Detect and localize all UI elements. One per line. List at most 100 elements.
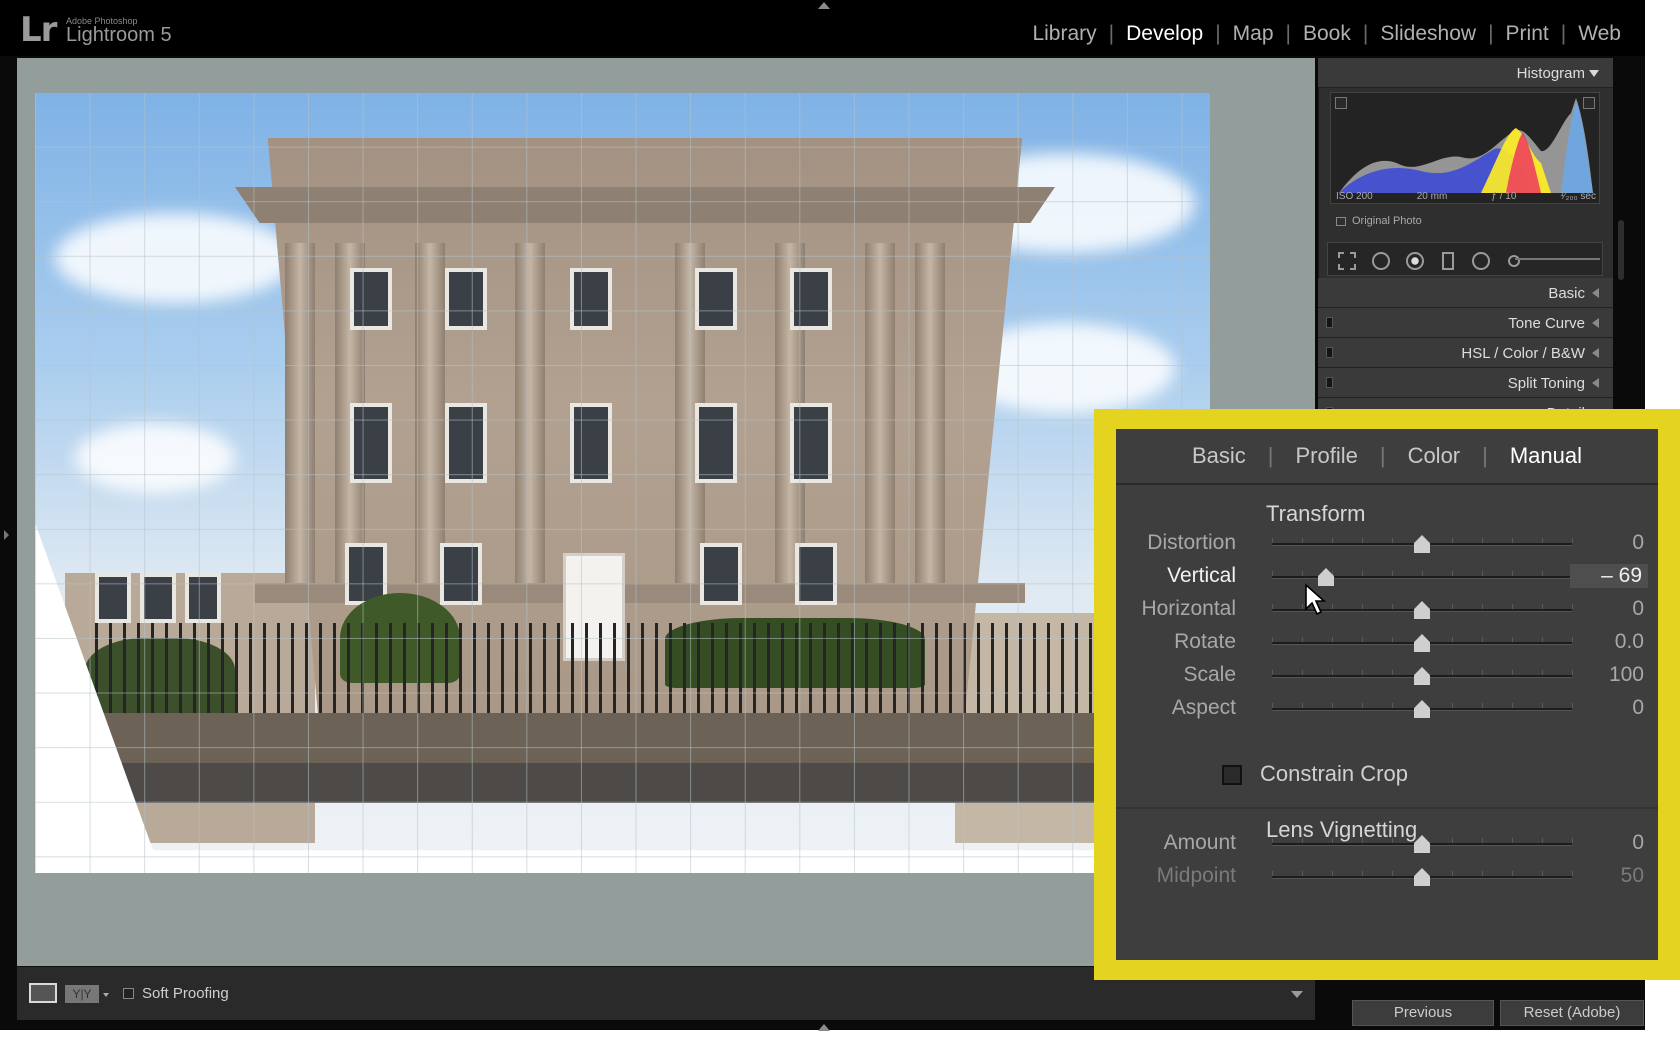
slider-value[interactable]: 100 [1609,663,1644,687]
module-nav: Library | Develop | Map | Book | Slideshow | … [1020,22,1633,46]
transform-rotate-slider[interactable]: Rotate 0.0 [1116,628,1658,658]
module-library[interactable]: Library [1020,22,1108,46]
slider-thumb[interactable] [1414,835,1430,853]
slider-tick [1452,670,1453,675]
slider-value[interactable]: – 69 [1570,564,1648,588]
transform-vertical-slider[interactable]: Vertical – 69 [1116,562,1658,592]
slider-tick [1452,538,1453,543]
tab-profile[interactable]: Profile [1273,443,1379,469]
slider-track[interactable] [1272,576,1572,579]
right-panel-scrollbar-thumb[interactable] [1618,220,1624,280]
slider-thumb[interactable] [1414,667,1430,685]
slider-tick [1302,670,1303,675]
lr-logo: Lr [20,10,57,50]
shutter-value: ¹⁄₂₀₀ sec [1560,191,1596,202]
slider-tick [1302,538,1303,543]
panel-switch-icon[interactable] [1326,377,1333,388]
slider-tick [1392,538,1393,543]
slider-tick [1362,871,1363,876]
crop-icon[interactable] [1338,252,1356,270]
transform-title: Transform [1266,501,1366,526]
slider-label: Vertical [1167,564,1236,587]
panel-switch-icon[interactable] [1326,317,1333,328]
slider-thumb[interactable] [1414,634,1430,652]
module-develop[interactable]: Develop [1114,22,1215,46]
slider-tick [1572,871,1573,876]
radial-filter-icon[interactable] [1472,252,1490,270]
photo-preview[interactable] [35,93,1210,873]
slider-value[interactable]: 0 [1632,696,1644,720]
panel-switch-icon[interactable] [1326,347,1333,358]
panel-hsl-header[interactable]: HSL / Color / B&W [1318,338,1613,368]
module-book[interactable]: Book [1291,22,1363,46]
tab-manual[interactable]: Manual [1488,443,1604,469]
tool-strip-slider[interactable] [1515,258,1600,260]
slider-tick [1572,538,1573,543]
slider-tick [1332,838,1333,843]
collapse-triangle-icon [1589,70,1599,77]
vignetting-amount-slider[interactable]: Amount 0 [1116,829,1658,859]
chevron-down-icon[interactable] [103,993,109,997]
module-map[interactable]: Map [1221,22,1286,46]
panel-tone-curve-header[interactable]: Tone Curve [1318,308,1613,338]
lens-tabs: Basic | Profile | Color | Manual [1116,429,1658,485]
transform-scale-slider[interactable]: Scale 100 [1116,661,1658,691]
slider-value[interactable]: 0 [1632,597,1644,621]
slider-tick [1362,703,1363,708]
slider-value[interactable]: 0 [1632,531,1644,555]
constrain-crop-checkbox[interactable] [1222,765,1242,785]
slider-tick [1272,703,1273,708]
bottom-panel-toggle-icon[interactable] [818,1024,830,1031]
previous-button[interactable]: Previous [1352,1000,1494,1026]
loupe-view-icon[interactable] [29,983,57,1003]
graduated-filter-icon[interactable] [1442,252,1454,270]
slider-tick [1332,871,1333,876]
module-picker-bar: Lr Adobe Photoshop Lightroom 5 Library | … [0,0,1645,56]
module-print[interactable]: Print [1494,22,1561,46]
slider-tick [1362,670,1363,675]
slider-thumb[interactable] [1414,700,1430,718]
tab-basic[interactable]: Basic [1170,443,1268,469]
transform-distortion-slider[interactable]: Distortion 0 [1116,529,1658,559]
spot-removal-icon[interactable] [1372,252,1390,270]
top-panel-toggle-icon[interactable] [818,2,830,9]
red-eye-icon[interactable] [1406,252,1424,270]
soft-proofing-checkbox[interactable] [123,988,134,999]
slider-tick [1452,871,1453,876]
slider-tick [1452,571,1453,576]
aperture-value: ƒ / 10 [1491,191,1517,202]
slider-thumb[interactable] [1414,868,1430,886]
vignetting-midpoint-slider[interactable]: Midpoint 50 [1116,862,1658,892]
slider-value[interactable]: 0.0 [1615,630,1644,654]
slider-thumb[interactable] [1414,601,1430,619]
slider-value[interactable]: 0 [1632,831,1644,855]
before-after-button[interactable]: Y|Y [65,985,99,1003]
slider-tick [1512,670,1513,675]
slider-tick [1542,703,1543,708]
slider-tick [1272,871,1273,876]
slider-tick [1302,871,1303,876]
left-panel-toggle-icon[interactable] [4,530,9,540]
slider-tick [1542,637,1543,642]
original-photo-checkbox[interactable] [1336,217,1346,226]
slider-tick [1302,703,1303,708]
reset-button[interactable]: Reset (Adobe) [1500,1000,1644,1026]
slider-tick [1512,871,1513,876]
brush-icon[interactable] [1508,255,1520,267]
slider-tick [1542,838,1543,843]
slider-thumb[interactable] [1414,535,1430,553]
histogram-header[interactable]: Histogram [1318,58,1613,88]
expand-triangle-icon [1592,318,1599,328]
toolbar-options-chevron-icon[interactable] [1291,991,1303,998]
transform-aspect-slider[interactable]: Aspect 0 [1116,694,1658,724]
transform-horizontal-slider[interactable]: Horizontal 0 [1116,595,1658,625]
slider-value[interactable]: 50 [1621,864,1644,888]
slider-tick [1572,670,1573,675]
slider-tick [1512,637,1513,642]
panel-split-toning-header[interactable]: Split Toning [1318,368,1613,398]
module-slideshow[interactable]: Slideshow [1368,22,1488,46]
module-web[interactable]: Web [1566,22,1633,46]
tab-color[interactable]: Color [1386,443,1483,469]
slider-tick [1572,703,1573,708]
panel-basic-header[interactable]: Basic [1318,278,1613,308]
